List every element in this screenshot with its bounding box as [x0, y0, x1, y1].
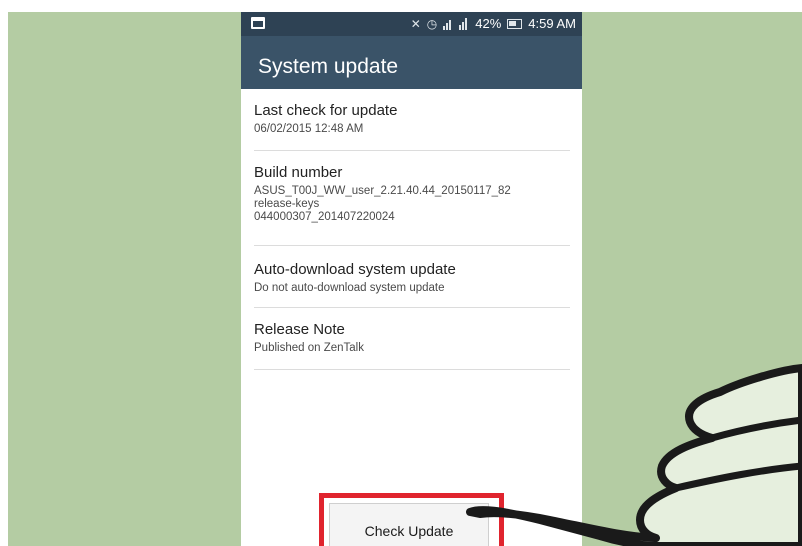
status-bar: ✕ ◷ 42% 4:59 AM [241, 12, 582, 36]
list-item-subtitle: ASUS_T00J_WW_user_2.21.40.44_20150117_82 [254, 185, 511, 197]
list-item-subtitle: Do not auto-download system update [254, 282, 445, 294]
list-item-title: Last check for update [254, 102, 398, 119]
list-item-title: Build number [254, 164, 343, 181]
signal-icon [443, 18, 453, 30]
phone-screen: ✕ ◷ 42% 4:59 AM System update Last check… [241, 12, 582, 546]
list-item-build-number: Build number ASUS_T00J_WW_user_2.21.40.4… [254, 151, 570, 246]
mute-icon: ✕ [410, 16, 421, 31]
app-bar: System update [241, 36, 582, 89]
list-item-last-check: Last check for update 06/02/2015 12:48 A… [254, 89, 570, 151]
list-item-subtitle: 044000307_201407220024 [254, 211, 395, 223]
battery-percent: 42% [475, 16, 502, 31]
list-item-subtitle: 06/02/2015 12:48 AM [254, 123, 364, 135]
status-icons: ✕ ◷ 42% 4:59 AM [411, 16, 576, 31]
clock: 4:59 AM [528, 16, 576, 31]
check-update-button[interactable]: Check Update [329, 503, 489, 546]
signal-icon [459, 17, 469, 30]
list-item-title: Release Note [254, 321, 345, 338]
battery-charging-icon [507, 18, 523, 29]
list-item-release-note[interactable]: Release Note Published on ZenTalk [254, 308, 570, 370]
list-item-title: Auto-download system update [254, 261, 456, 278]
alarm-icon: ◷ [426, 16, 438, 31]
page-title: System update [258, 55, 399, 78]
notification-icon [251, 17, 265, 29]
list-item-subtitle: release-keys [254, 198, 320, 210]
settings-list: Last check for update 06/02/2015 12:48 A… [241, 89, 582, 370]
list-item-subtitle: Published on ZenTalk [254, 342, 364, 354]
list-item-auto-download[interactable]: Auto-download system update Do not auto-… [254, 246, 570, 308]
